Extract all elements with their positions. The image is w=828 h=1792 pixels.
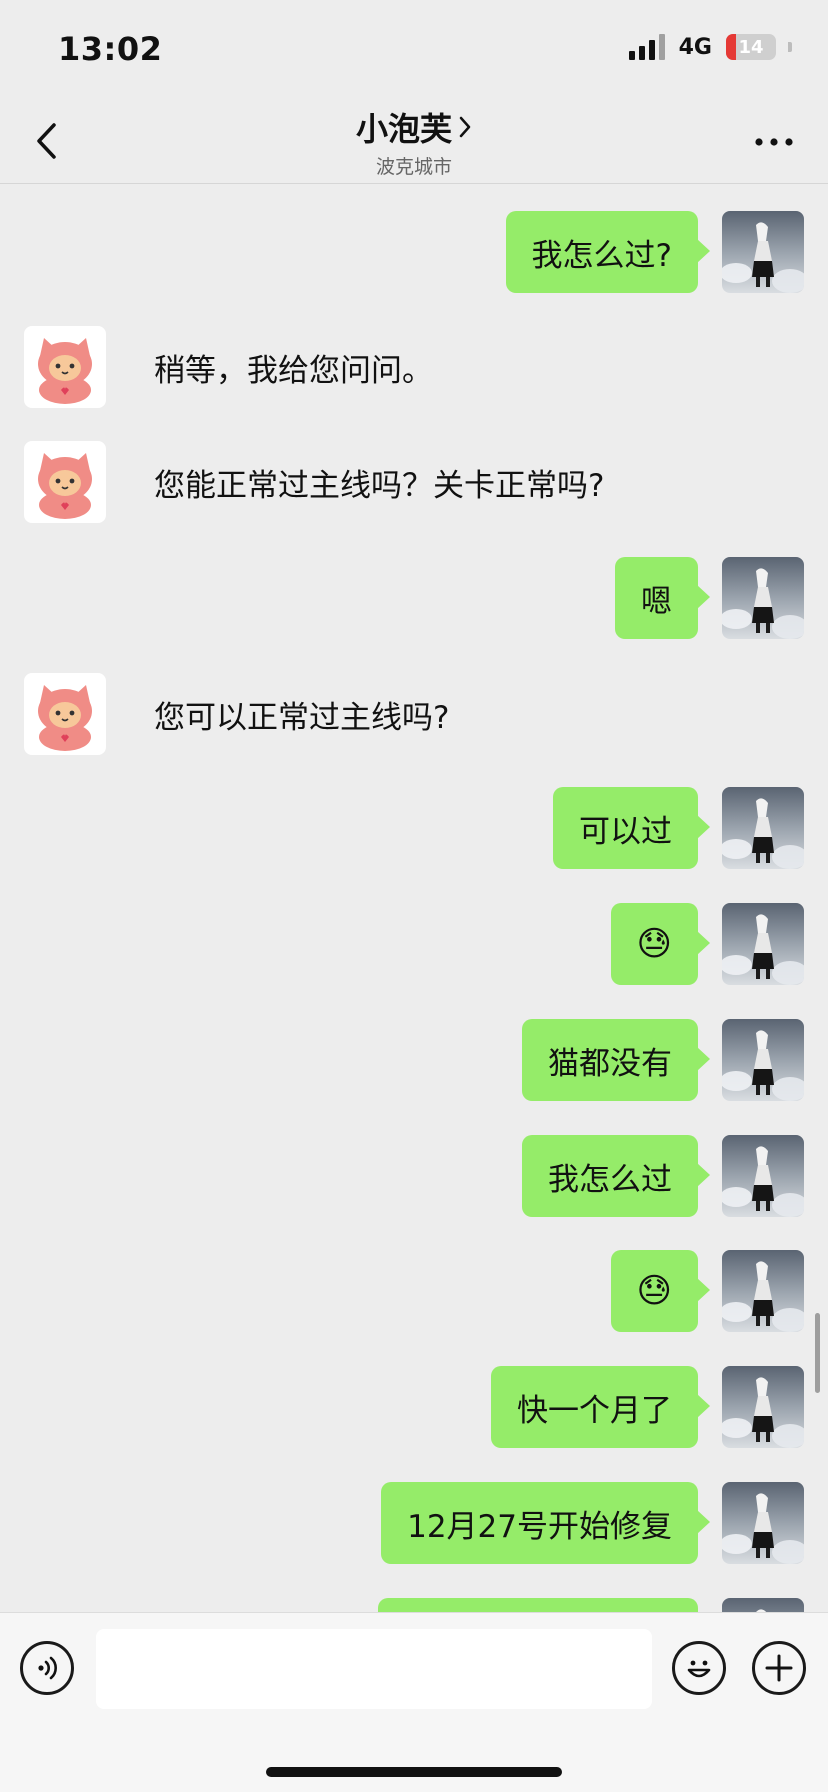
home-indicator <box>266 1767 562 1777</box>
message-bubble[interactable]: 可以过 <box>553 787 710 869</box>
chat-title-row[interactable]: 小泡芙 <box>356 104 472 150</box>
voice-button[interactable] <box>20 1641 74 1695</box>
status-bar: 13:02 4G 14 <box>0 0 828 98</box>
emoji-button[interactable] <box>672 1641 726 1695</box>
message-bubble[interactable]: 12月27号开始修复 <box>381 1482 710 1564</box>
chat-title: 小泡芙 <box>355 110 452 148</box>
status-indicators: 4G 14 <box>628 34 792 60</box>
scroll-indicator[interactable] <box>815 1313 820 1393</box>
voice-icon <box>38 1656 57 1680</box>
more-button[interactable] <box>750 122 798 162</box>
contact-avatar[interactable] <box>24 441 106 523</box>
my-avatar[interactable] <box>722 1482 804 1564</box>
battery-tip <box>788 42 792 52</box>
chat-subtitle: 波克城市 <box>375 156 452 178</box>
message-text[interactable]: 稍等，我给您问问。 <box>154 326 433 408</box>
message-text[interactable]: 您能正常过主线吗？关卡正常吗? <box>154 441 604 523</box>
battery-icon: 14 <box>726 34 776 60</box>
message-bubble[interactable]: 我怎么过 <box>522 1135 710 1217</box>
my-avatar[interactable] <box>722 211 804 293</box>
input-bar <box>0 1612 828 1792</box>
message-bubble[interactable]: 😓 <box>610 903 711 985</box>
battery-level: 14 <box>738 36 764 58</box>
my-avatar[interactable] <box>722 1250 804 1332</box>
nav-bar: 小泡芙 波克城市 <box>0 98 828 184</box>
message-text[interactable]: 您可以正常过主线吗? <box>154 673 449 755</box>
signal-icon <box>628 34 665 60</box>
message-input[interactable] <box>96 1629 652 1709</box>
more-dots-icon <box>755 138 793 146</box>
chat-list[interactable]: 我怎么过? 稍等，我给您问问。 您能正常过主线吗？关卡正常吗? 嗯 您可以正常过… <box>0 185 828 1612</box>
status-time: 13:02 <box>58 30 163 68</box>
message-bubble[interactable]: 我怎么过? <box>505 211 711 293</box>
chat-title-area[interactable]: 小泡芙 波克城市 <box>0 104 828 179</box>
message-bubble[interactable]: 猫都没有 <box>522 1019 710 1101</box>
message-bubble[interactable]: 😓 <box>610 1250 711 1332</box>
my-avatar[interactable] <box>722 787 804 869</box>
my-avatar[interactable] <box>722 1019 804 1101</box>
my-avatar[interactable] <box>722 1598 804 1612</box>
network-type: 4G <box>678 34 712 60</box>
message-bubble[interactable] <box>378 1598 698 1612</box>
my-avatar[interactable] <box>722 1366 804 1448</box>
contact-avatar[interactable] <box>24 673 106 755</box>
smiley-icon <box>687 1660 711 1678</box>
my-avatar[interactable] <box>722 1135 804 1217</box>
plus-button[interactable] <box>752 1641 806 1695</box>
my-avatar[interactable] <box>722 903 804 985</box>
contact-avatar[interactable] <box>24 326 106 408</box>
message-bubble[interactable]: 嗯 <box>615 557 710 639</box>
message-bubble[interactable]: 快一个月了 <box>491 1366 710 1448</box>
plus-icon <box>765 1654 793 1682</box>
my-avatar[interactable] <box>722 557 804 639</box>
chevron-right-icon <box>459 116 471 138</box>
